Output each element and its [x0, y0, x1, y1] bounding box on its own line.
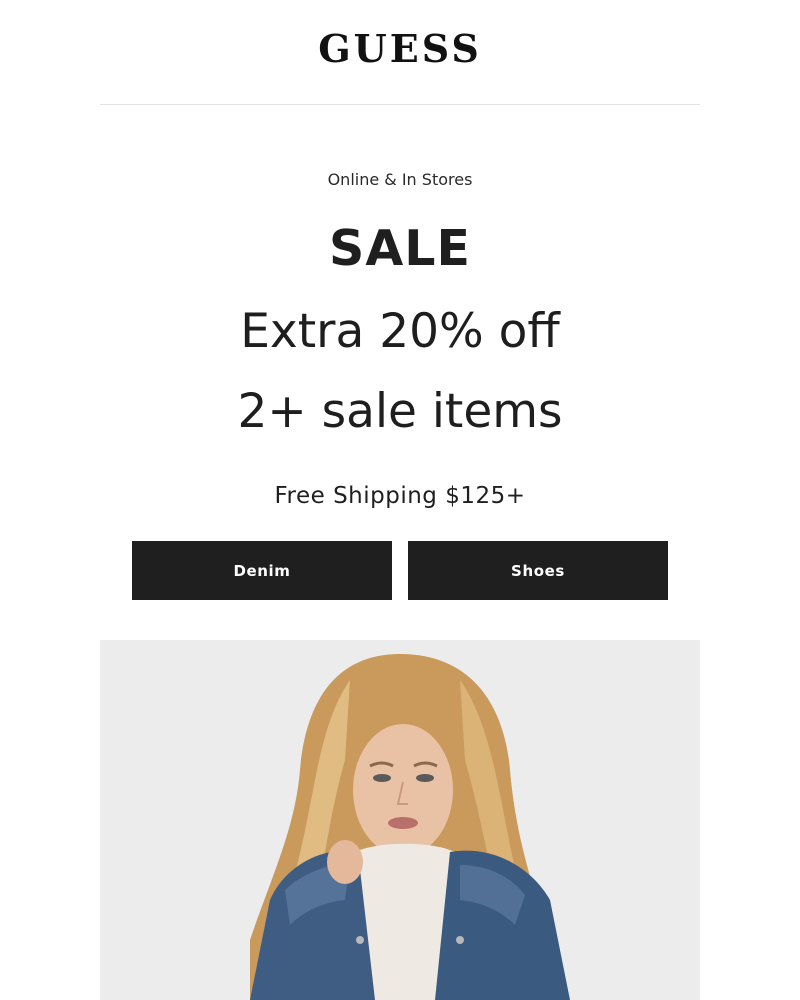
promo-eyebrow: Online & In Stores: [327, 170, 473, 189]
hero-model-image[interactable]: [100, 640, 700, 1000]
model-illustration: [100, 640, 700, 1000]
shoes-button[interactable]: Shoes: [408, 541, 668, 600]
promo-offer-line-1: Extra 20% off: [240, 304, 560, 359]
promo-title: SALE: [329, 220, 471, 277]
promo-shipping: Free Shipping $125+: [274, 483, 526, 509]
brand-logo[interactable]: GUESS: [318, 26, 482, 71]
email-container: GUESS Online & In Stores SALE Extra 20% …: [100, 0, 700, 1000]
category-buttons: Denim Shoes: [100, 541, 700, 600]
promo-block: Online & In Stores SALE Extra 20% off 2+…: [100, 170, 700, 516]
denim-button[interactable]: Denim: [132, 541, 392, 600]
promo-offer-line-2: 2+ sale items: [237, 384, 563, 439]
header: GUESS: [100, 0, 700, 105]
